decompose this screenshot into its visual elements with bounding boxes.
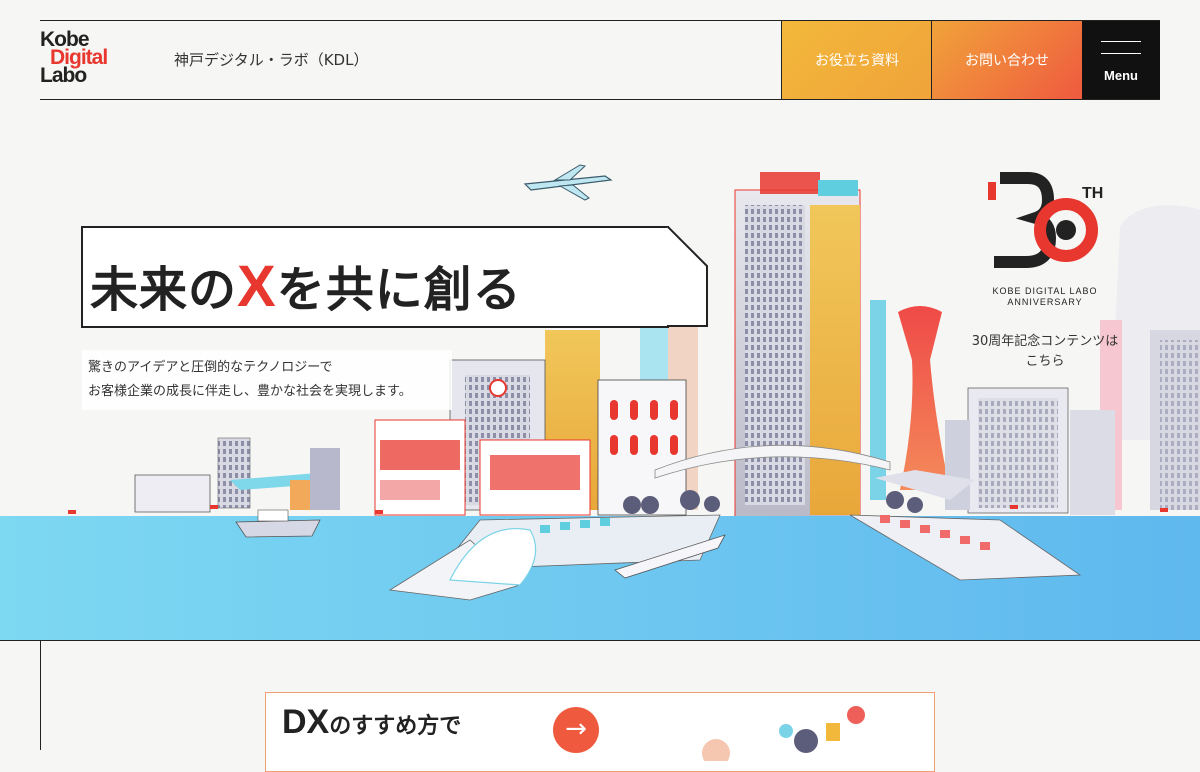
tall-tower — [734, 172, 861, 521]
menu-bar-icon — [1101, 53, 1141, 54]
resources-button[interactable]: お役立ち資料 — [781, 21, 932, 99]
site-name: 神戸デジタル・ラボ（KDL） — [174, 51, 369, 69]
dx-banner-title: DXのすすめ方で — [282, 703, 461, 742]
anniversary-caption-line-2: こちら — [1025, 354, 1065, 369]
anniversary-caption-line-1: 30周年記念コンテンツは — [971, 334, 1119, 349]
port-tower — [898, 306, 950, 490]
catch-before: 未来の — [90, 262, 238, 318]
kdl-logo[interactable]: Kobe Digital Labo — [40, 29, 140, 91]
hero-catchphrase: 未来のXを共に創る — [90, 250, 522, 320]
arrow-right-icon[interactable]: → — [553, 707, 599, 753]
anniversary-line-1: KOBE DIGITAL LABO — [992, 286, 1098, 296]
menu-bar-icon — [1101, 41, 1141, 42]
catch-x-mark: X — [237, 254, 277, 319]
dx-title-rest: のすすめ方で — [329, 714, 462, 739]
dx-illustration — [702, 706, 865, 761]
thirty-th-mark-icon: TH — [988, 172, 1103, 268]
anniversary-line-2: ANNIVERSARY — [1007, 297, 1083, 307]
hero-lead: 驚きのアイデアと圧倒的なテクノロジーで お客様企業の成長に伴走し、豊かな社会を実… — [82, 350, 452, 410]
anniversary-caption[interactable]: 30周年記念コンテンツは こちら — [950, 332, 1140, 372]
catch-box-corner — [667, 226, 708, 327]
arched-building — [597, 379, 687, 516]
site-header: Kobe Digital Labo 神戸デジタル・ラボ（KDL） お役立ち資料 … — [40, 20, 1160, 100]
airplane-icon — [523, 164, 613, 201]
dx-title-big: DX — [282, 703, 330, 741]
anniversary-th-label: TH — [1082, 185, 1103, 202]
menu-label: Menu — [1104, 68, 1138, 83]
section-divider — [0, 640, 1200, 641]
anniversary-subtitle: KOBE DIGITAL LABO ANNIVERSARY — [960, 286, 1130, 308]
lead-line-2: お客様企業の成長に伴走し、豊かな社会を実現します。 — [88, 384, 412, 399]
contact-button[interactable]: お問い合わせ — [931, 21, 1082, 99]
anniversary-logo[interactable]: TH — [970, 170, 1120, 289]
menu-button[interactable]: Menu — [1082, 21, 1160, 99]
lead-line-1: 驚きのアイデアと圧倒的なテクノロジーで — [88, 360, 333, 375]
catch-after: を共に創る — [276, 262, 522, 318]
dx-guide-banner[interactable]: DXのすすめ方で → — [265, 692, 935, 772]
left-rule — [40, 641, 41, 750]
logo-line-labo: Labo — [40, 64, 87, 87]
